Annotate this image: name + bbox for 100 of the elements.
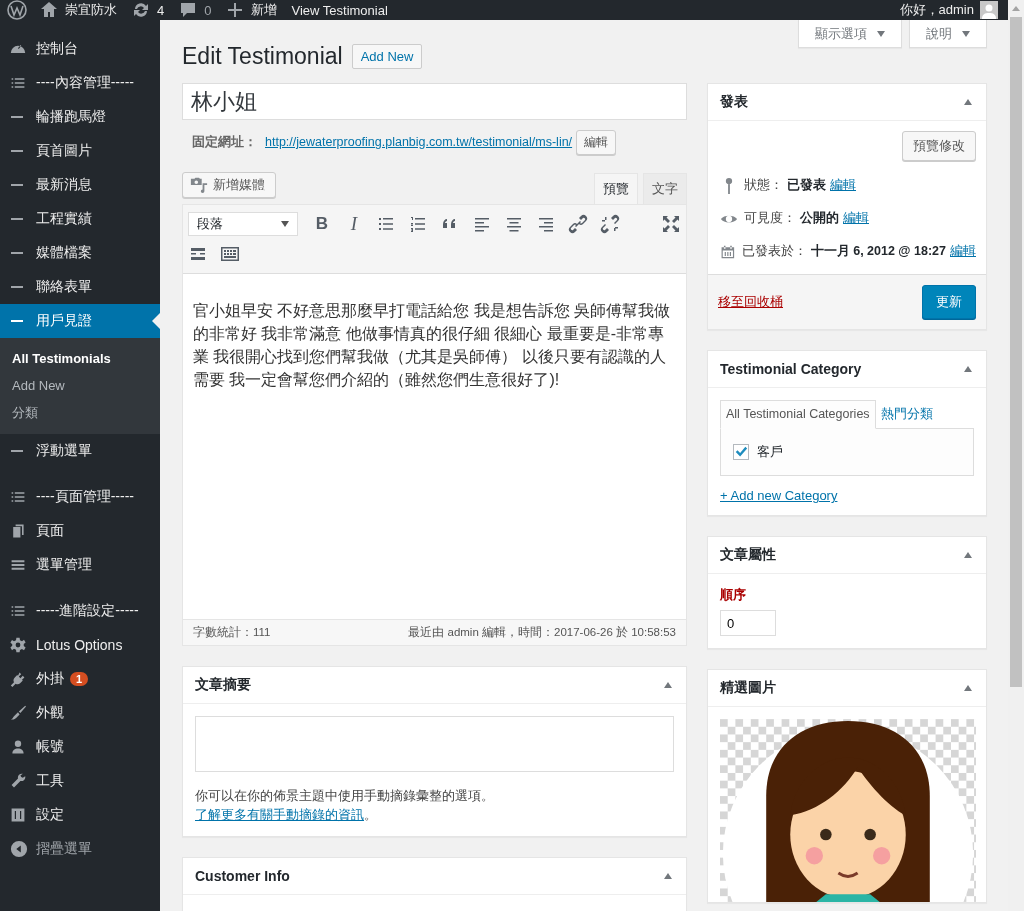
add-media-button[interactable]: 新增媒體 [182, 172, 276, 198]
bold-button[interactable]: B [312, 214, 332, 234]
submenu-item[interactable]: All Testimonials [0, 345, 160, 372]
numbered-list-icon[interactable] [408, 214, 428, 234]
sidebar-item[interactable]: 控制台 [0, 32, 160, 66]
trash-link[interactable]: 移至回收桶 [718, 293, 783, 311]
last-edited: 最近由 admin 編輯，時間：2017-06-26 於 10:58:53 [408, 625, 676, 640]
sidebar-item[interactable]: 最新消息 [0, 168, 160, 202]
testimonial-text: 官小姐早安 不好意思那麼早打電話給您 我是想告訴您 吳師傅幫我做的非常好 我非常滿意 他做事情真的很仔細 很細心 最重要是-非常專業 我很開心找到您們幫我做（尤其是吳師傅） 以後只要有認識的人需要 我一定會幫您們介紹的（雖然您們生意很好了)! [193, 301, 672, 390]
sidebar-item[interactable]: 外掛 1 [0, 662, 160, 696]
wrench-icon [10, 773, 26, 789]
editor-tab[interactable]: 文字 [643, 173, 687, 204]
sidebar-item[interactable]: -----進階設定----- [0, 594, 160, 628]
sidebar-item[interactable]: 外觀 [0, 696, 160, 730]
editor-tab[interactable]: 預覽 [594, 173, 638, 204]
sidebar-item[interactable]: 帳號 [0, 730, 160, 764]
toggle-icon[interactable] [664, 682, 672, 688]
comments-count: 0 [204, 2, 212, 18]
add-new-button[interactable]: Add New [351, 44, 423, 69]
toggle-icon[interactable] [664, 873, 672, 879]
word-count: 字數統計：111 [193, 625, 271, 640]
dash-icon [11, 116, 23, 118]
logo-icon[interactable] [7, 0, 27, 20]
sidebar-item[interactable]: 媒體檔案 [0, 236, 160, 270]
toggle-icon[interactable] [964, 552, 972, 558]
keyboard-icon[interactable] [220, 244, 240, 264]
panel-title: 精選圖片 [720, 679, 776, 697]
dash-icon [11, 150, 23, 152]
settings-icon [10, 637, 26, 653]
checkbox[interactable] [733, 444, 749, 460]
new-link[interactable]: 新增 [225, 0, 278, 20]
view-link[interactable]: View Testimonial [291, 2, 388, 18]
user-icon [10, 739, 26, 755]
screen-tab[interactable]: 說明 [909, 20, 987, 48]
sidebar-item[interactable]: 聯絡表單 [0, 270, 160, 304]
sidebar-item[interactable]: Lotus Options [0, 628, 160, 662]
panel-title: 發表 [720, 93, 748, 111]
dash-icon [11, 184, 23, 186]
toggle-icon[interactable] [964, 685, 972, 691]
fullscreen-icon[interactable] [661, 214, 681, 234]
sliders-icon [10, 807, 26, 823]
sidebar-item[interactable]: 頁首圖片 [0, 134, 160, 168]
preview-changes-button[interactable]: 預覽修改 [902, 131, 976, 161]
sidebar-item[interactable]: ----頁面管理----- [0, 480, 160, 514]
updates-link[interactable]: 4 [131, 0, 165, 20]
panel-title: Customer Info [195, 868, 290, 884]
dash-icon [11, 252, 23, 254]
order-label: 順序 [720, 586, 747, 604]
status-label: 已發表於： [741, 243, 807, 260]
list-icon [10, 489, 26, 505]
learn-more-link[interactable]: 了解更多有關手動摘錄的資訊 [195, 807, 364, 822]
help-text: 你可以在你的佈景主題中使用手動摘錄彙整的選項。 了解更多有關手動摘錄的資訊。 [195, 787, 495, 824]
list-icon [10, 603, 26, 619]
account-link[interactable]: 你好，admin [899, 1, 998, 19]
italic-button[interactable]: I [344, 213, 364, 235]
sidebar-item[interactable]: 用戶見證 [0, 304, 160, 338]
caret-icon [962, 30, 970, 37]
category-tab[interactable]: All Testimonial Categories [720, 400, 876, 429]
toggle-icon[interactable] [964, 99, 972, 105]
sidebar-item[interactable]: 工具 [0, 764, 160, 798]
unlink-icon[interactable] [600, 214, 620, 234]
submenu-item[interactable]: 分類 [0, 399, 160, 426]
menu-icon [10, 557, 26, 573]
excerpt-field[interactable] [195, 716, 674, 772]
sidebar-item[interactable]: 工程實績 [0, 202, 160, 236]
order-field[interactable]: 0 [720, 610, 776, 636]
sidebar-item[interactable]: ----內容管理----- [0, 66, 160, 100]
submenu-item[interactable]: Add New [0, 372, 160, 399]
comments-link[interactable]: 0 [178, 0, 212, 20]
edit-link[interactable]: 編輯 [950, 243, 976, 260]
collapse-icon [10, 840, 28, 858]
site-link[interactable]: 崇宜防水 [39, 0, 117, 20]
sidebar-item[interactable]: 浮動選單 [0, 434, 160, 468]
panel-title: Testimonial Category [720, 361, 862, 377]
sidebar-item[interactable]: 頁面 [0, 514, 160, 548]
add-category-link[interactable]: + Add new Category [720, 488, 838, 503]
new-label: 新增 [251, 1, 278, 19]
sidebar-item[interactable]: 選單管理 [0, 548, 160, 582]
cartoon-girl-drawing[interactable] [720, 719, 976, 902]
sidebar-item[interactable]: 設定 [0, 798, 160, 832]
edit-link[interactable]: 編輯 [843, 210, 869, 227]
edit-permalink-button[interactable]: 編輯 [576, 129, 617, 155]
sidebar-item[interactable]: 摺疊選單 [0, 832, 160, 866]
toggle-icon[interactable] [964, 366, 972, 372]
link-icon[interactable] [568, 214, 588, 234]
media-icon [190, 176, 208, 194]
permalink-link[interactable]: http://jewaterproofing.planbig.com.tw/testimonial/ms-lin/ [265, 135, 573, 149]
format-dropdown[interactable]: 段落 [188, 212, 298, 236]
category-tab[interactable]: 熱門分類 [875, 400, 938, 428]
sidebar-item[interactable]: 輪播跑馬燈 [0, 100, 160, 134]
update-button[interactable]: 更新 [922, 285, 976, 319]
panel-title: 文章摘要 [195, 676, 251, 694]
dash-icon [11, 218, 23, 220]
edit-link[interactable]: 編輯 [830, 177, 856, 194]
dash-icon [11, 286, 23, 288]
screen-tab[interactable]: 顯示選項 [798, 20, 902, 48]
title-field[interactable]: 林小姐 [182, 83, 687, 120]
updates-count: 4 [157, 2, 165, 18]
site-name: 崇宜防水 [65, 1, 117, 19]
page-title: Edit Testimonial [182, 42, 343, 71]
